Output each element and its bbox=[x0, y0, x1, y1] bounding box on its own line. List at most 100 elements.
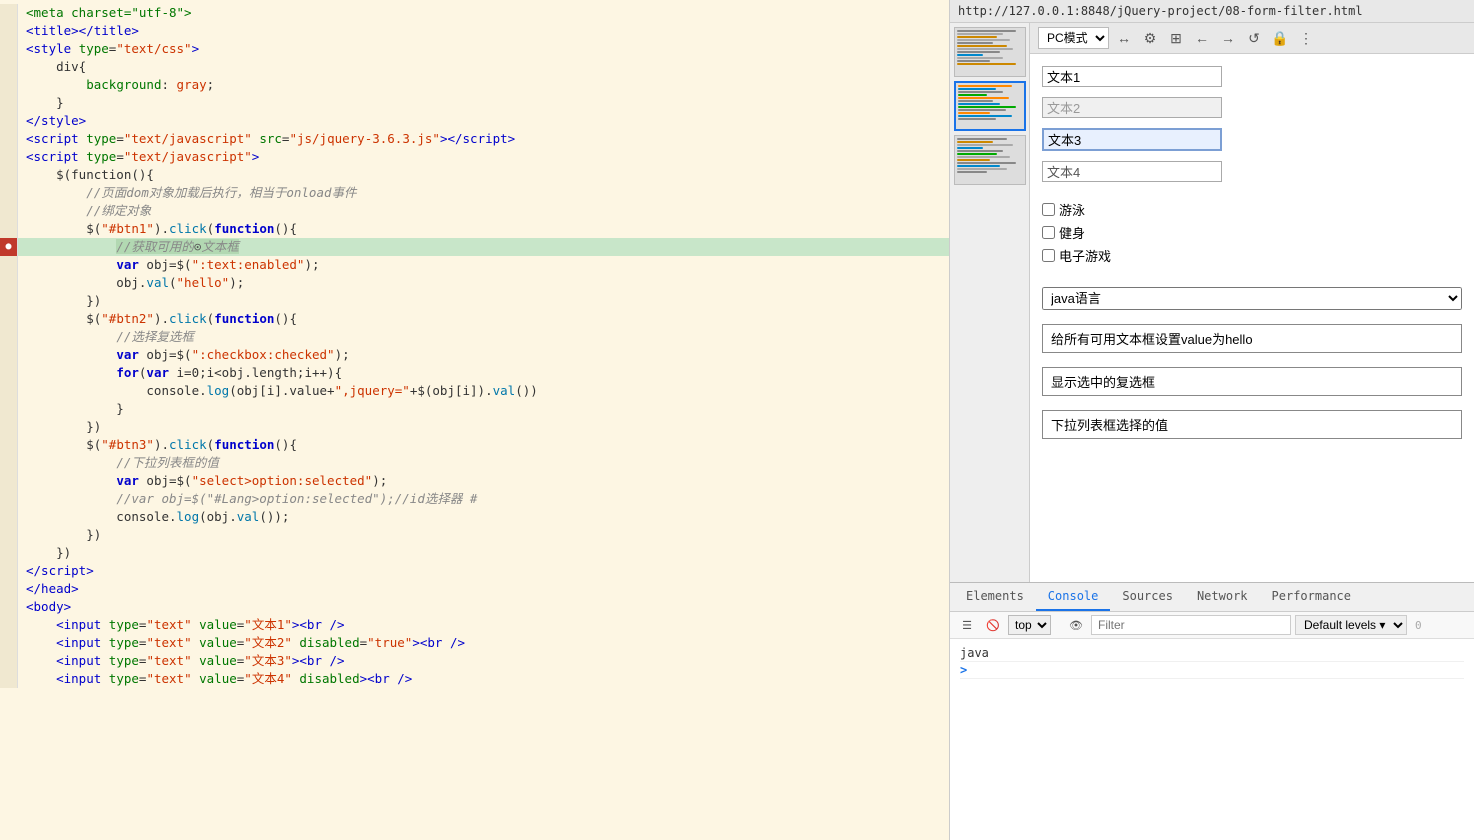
btn1[interactable]: 给所有可用文本框设置value为hello bbox=[1042, 324, 1462, 353]
refresh-icon-btn[interactable]: ↺ bbox=[1243, 27, 1265, 49]
btn2[interactable]: 显示选中的复选框 bbox=[1042, 367, 1462, 396]
console-eye-icon-btn[interactable]: 👁 bbox=[1065, 614, 1087, 636]
line-gutter bbox=[0, 526, 18, 544]
line-gutter bbox=[0, 274, 18, 292]
line-gutter bbox=[0, 4, 18, 22]
tab-console[interactable]: Console bbox=[1036, 583, 1111, 611]
line-content: background: gray; bbox=[18, 76, 949, 94]
line-gutter bbox=[0, 346, 18, 364]
thumbnail-strip bbox=[950, 23, 1030, 582]
thumbnail-1[interactable] bbox=[954, 27, 1026, 77]
code-line: var obj=$(":text:enabled"); bbox=[0, 256, 949, 274]
line-content: $("#btn3").click(function(){ bbox=[18, 436, 949, 454]
btn3[interactable]: 下拉列表框选择的值 bbox=[1042, 410, 1462, 439]
console-level-select[interactable]: Default levels ▾ bbox=[1295, 615, 1407, 635]
preview-select[interactable]: java语言 python语言 javascript语言 bbox=[1042, 287, 1462, 310]
line-content: $("#btn2").click(function(){ bbox=[18, 310, 949, 328]
line-content: </style> bbox=[18, 112, 949, 130]
tab-network[interactable]: Network bbox=[1185, 583, 1260, 611]
code-line: //绑定对象 bbox=[0, 202, 949, 220]
more-icon-btn[interactable]: ⋮ bbox=[1295, 27, 1317, 49]
line-gutter bbox=[0, 634, 18, 652]
code-line: var obj=$(":checkbox:checked"); bbox=[0, 346, 949, 364]
thumbnail-3[interactable] bbox=[954, 135, 1026, 185]
line-content: }) bbox=[18, 526, 949, 544]
line-content: </script> bbox=[18, 562, 949, 580]
back-icon-btn[interactable]: ← bbox=[1191, 27, 1213, 49]
line-content: <input type="text" value="文本4" disabled>… bbox=[18, 670, 949, 688]
line-gutter bbox=[0, 184, 18, 202]
url-bar: http://127.0.0.1:8848/jQuery-project/08-… bbox=[950, 0, 1474, 23]
console-context-select[interactable]: top bbox=[1008, 615, 1051, 635]
code-line: }) bbox=[0, 418, 949, 436]
checkbox-label-gaming: 电子游戏 bbox=[1059, 246, 1111, 265]
line-gutter bbox=[0, 382, 18, 400]
line-gutter bbox=[0, 472, 18, 490]
line-gutter-breakpoint: ● bbox=[0, 238, 18, 256]
thumbnail-2[interactable] bbox=[954, 81, 1026, 131]
tab-performance[interactable]: Performance bbox=[1260, 583, 1363, 611]
thumb-lines-2 bbox=[958, 85, 1022, 127]
device-toolbar: PC模式 ↔ ⚙ ⊞ ← → ↺ 🔒 ⋮ bbox=[1030, 23, 1474, 54]
code-line: } bbox=[0, 400, 949, 418]
checkbox-item-fitness[interactable]: 健身 bbox=[1042, 223, 1462, 242]
line-content: <input type="text" value="文本2" disabled=… bbox=[18, 634, 949, 652]
console-sidebar-icon-btn[interactable]: ☰ bbox=[956, 614, 978, 636]
line-gutter bbox=[0, 202, 18, 220]
lock-icon-btn[interactable]: 🔒 bbox=[1269, 27, 1291, 49]
line-gutter bbox=[0, 76, 18, 94]
code-line: //选择复选框 bbox=[0, 328, 949, 346]
line-gutter bbox=[0, 328, 18, 346]
devtools-panel: http://127.0.0.1:8848/jQuery-project/08-… bbox=[950, 0, 1474, 840]
line-gutter bbox=[0, 418, 18, 436]
preview-area: PC模式 ↔ ⚙ ⊞ ← → ↺ 🔒 ⋮ bbox=[950, 23, 1474, 583]
console-line-caret[interactable]: > bbox=[960, 662, 1464, 679]
settings-icon-btn[interactable]: ⚙ bbox=[1139, 27, 1161, 49]
forward-icon-btn[interactable]: → bbox=[1217, 27, 1239, 49]
tab-sources[interactable]: Sources bbox=[1110, 583, 1185, 611]
code-line: </style> bbox=[0, 112, 949, 130]
code-line: obj.val("hello"); bbox=[0, 274, 949, 292]
rotate-icon-btn[interactable]: ↔ bbox=[1113, 27, 1135, 49]
code-line: } bbox=[0, 94, 949, 112]
checkbox-label-fitness: 健身 bbox=[1059, 223, 1085, 242]
code-line: <input type="text" value="文本1"><br /> bbox=[0, 616, 949, 634]
line-gutter bbox=[0, 652, 18, 670]
code-line: <input type="text" value="文本2" disabled=… bbox=[0, 634, 949, 652]
line-gutter bbox=[0, 166, 18, 184]
console-output[interactable]: java > bbox=[950, 639, 1474, 840]
line-gutter bbox=[0, 130, 18, 148]
editor-panel: <meta charset="utf-8"> <title></title> <… bbox=[0, 0, 950, 840]
console-clear-icon-btn[interactable]: 🚫 bbox=[982, 614, 1004, 636]
device-select[interactable]: PC模式 bbox=[1038, 27, 1109, 49]
line-gutter bbox=[0, 22, 18, 40]
checkbox-gaming[interactable] bbox=[1042, 249, 1055, 262]
fullscreen-icon-btn[interactable]: ⊞ bbox=[1165, 27, 1187, 49]
console-prompt-caret: > bbox=[960, 663, 967, 677]
line-gutter bbox=[0, 40, 18, 58]
line-gutter bbox=[0, 400, 18, 418]
checkbox-item-gaming[interactable]: 电子游戏 bbox=[1042, 246, 1462, 265]
line-gutter bbox=[0, 148, 18, 166]
code-line-highlighted: ● //获取可用的⊙文本框 bbox=[0, 238, 949, 256]
line-gutter bbox=[0, 58, 18, 76]
preview-right: PC模式 ↔ ⚙ ⊞ ← → ↺ 🔒 ⋮ bbox=[1030, 23, 1474, 582]
line-content: <meta charset="utf-8"> bbox=[18, 4, 949, 22]
code-line: <input type="text" value="文本4" disabled>… bbox=[0, 670, 949, 688]
line-gutter bbox=[0, 310, 18, 328]
tab-elements[interactable]: Elements bbox=[954, 583, 1036, 611]
preview-input-1[interactable] bbox=[1042, 66, 1222, 87]
devtools-tabs: Elements Console Sources Network Perform… bbox=[950, 583, 1474, 612]
checkbox-item-swim[interactable]: 游泳 bbox=[1042, 200, 1462, 219]
preview-input-3[interactable] bbox=[1042, 128, 1222, 151]
code-line: }) bbox=[0, 292, 949, 310]
line-gutter bbox=[0, 580, 18, 598]
code-area[interactable]: <meta charset="utf-8"> <title></title> <… bbox=[0, 0, 949, 840]
line-content: </head> bbox=[18, 580, 949, 598]
console-filter-input[interactable] bbox=[1091, 615, 1291, 635]
line-content: <title></title> bbox=[18, 22, 949, 40]
checkbox-swim[interactable] bbox=[1042, 203, 1055, 216]
checkbox-fitness[interactable] bbox=[1042, 226, 1055, 239]
line-content: div{ bbox=[18, 58, 949, 76]
line-gutter bbox=[0, 364, 18, 382]
